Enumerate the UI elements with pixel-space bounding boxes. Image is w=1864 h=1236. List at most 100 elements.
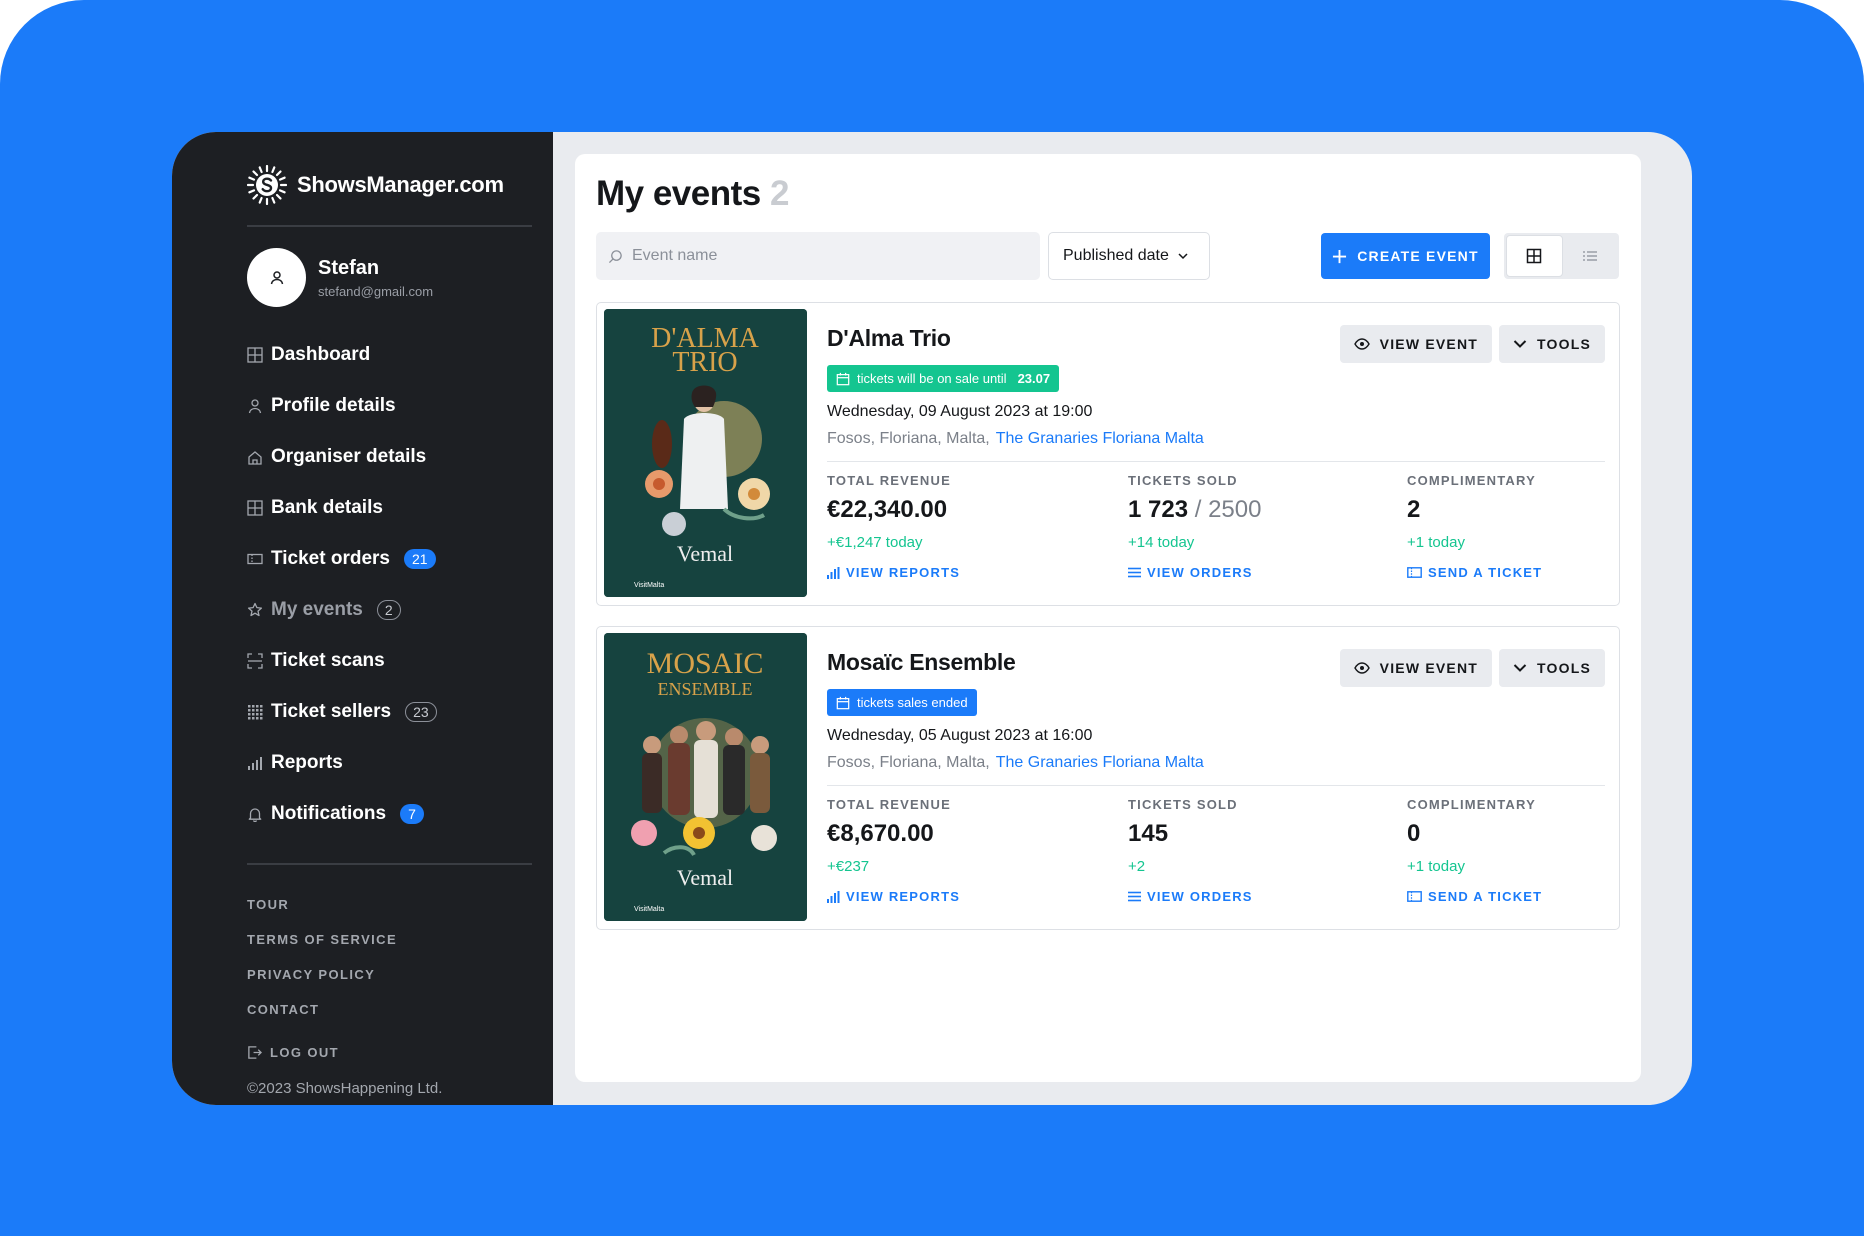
chevron-down-icon (1513, 664, 1527, 672)
copyright: ©2023 ShowsHappening Ltd. (247, 1080, 443, 1097)
scan-icon (247, 652, 263, 669)
venue-link[interactable]: The Granaries Floriana Malta (996, 754, 1204, 771)
tools-label: TOOLS (1537, 336, 1591, 352)
event-stats: TOTAL REVENUE €22,340.00 +€1,247 today V… (827, 473, 1605, 580)
calendar-icon (836, 372, 850, 385)
ticket-icon (247, 553, 263, 564)
sidebar-item-ticket-orders[interactable]: Ticket orders 21 (247, 533, 553, 584)
chevron-down-icon (1178, 253, 1188, 260)
complimentary-label: COMPLIMENTARY (1407, 797, 1536, 812)
poster-image: MOSAIC ENSEMBLE Vemal VisitMalta (604, 633, 807, 921)
sidebar-item-ticket-scans[interactable]: Ticket scans (247, 635, 553, 686)
list-view-button[interactable] (1563, 235, 1618, 277)
sidebar-item-bank-details[interactable]: Bank details (247, 482, 553, 533)
sidebar-item-profile-details[interactable]: Profile details (247, 380, 553, 431)
sidebar-item-notifications[interactable]: Notifications 7 (247, 788, 553, 839)
revenue-delta: +€237 (827, 858, 870, 875)
search-icon (608, 249, 622, 263)
complimentary-value: 0 (1407, 820, 1421, 847)
tickets-total: / 2500 (1194, 496, 1262, 523)
list-icon (1128, 891, 1141, 902)
poster-title-line2: ENSEMBLE (657, 679, 752, 699)
grid-view-button[interactable] (1506, 235, 1563, 277)
send-ticket-label: SEND A TICKET (1428, 889, 1543, 904)
event-poster[interactable]: D'ALMA TRIO Vemal VisitMalta (604, 309, 807, 597)
complimentary-label: COMPLIMENTARY (1407, 473, 1536, 488)
notifications-badge: 7 (400, 803, 424, 824)
user-name: Stefan (318, 256, 380, 279)
tools-button[interactable]: TOOLS (1499, 649, 1605, 687)
revenue-label: TOTAL REVENUE (827, 473, 951, 488)
view-event-button[interactable]: VIEW EVENT (1339, 649, 1493, 687)
sidebar-item-dashboard[interactable]: Dashboard (247, 329, 553, 380)
view-reports-label: VIEW REPORTS (846, 565, 961, 580)
tour-link[interactable]: TOUR (247, 887, 553, 922)
status-badge: tickets sales ended (827, 689, 977, 716)
toolbar: Published date CREATE EVENT (596, 232, 1641, 280)
user-icon (248, 398, 262, 413)
brand-name: ShowsManager.com (297, 172, 504, 197)
sidebar-item-label: Notifications (271, 802, 387, 824)
brand[interactable]: ShowsManager.com (247, 160, 553, 210)
view-orders-link[interactable]: VIEW ORDERS (1128, 889, 1407, 904)
event-card: D'ALMA TRIO Vemal VisitMalta D'Alma Trio… (596, 302, 1620, 606)
revenue-delta: +€1,247 today (827, 534, 923, 551)
eye-icon (1353, 338, 1370, 350)
create-event-label: CREATE EVENT (1357, 248, 1479, 264)
complimentary-delta: +1 today (1407, 858, 1465, 875)
logout-link[interactable]: LOG OUT (247, 1035, 553, 1070)
brand-logo-icon (247, 165, 287, 205)
poster-brand: Vemal (677, 541, 733, 566)
logout-icon (248, 1046, 262, 1059)
ticket-orders-badge: 21 (403, 548, 436, 569)
dots-grid-icon (248, 704, 263, 719)
view-toggle (1504, 233, 1619, 279)
sidebar-item-organiser-details[interactable]: Organiser details (247, 431, 553, 482)
sort-dropdown[interactable]: Published date (1048, 232, 1210, 280)
user-profile[interactable]: Stefan stefand@gmail.com (247, 248, 553, 307)
send-ticket-link[interactable]: SEND A TICKET (1407, 889, 1542, 904)
ticket-sellers-badge: 23 (405, 701, 437, 722)
view-reports-link[interactable]: VIEW REPORTS (827, 889, 1128, 904)
send-ticket-link[interactable]: SEND A TICKET (1407, 565, 1542, 580)
search-input[interactable] (632, 247, 1012, 265)
poster-sponsor: VisitMalta (634, 582, 664, 589)
view-orders-link[interactable]: VIEW ORDERS (1128, 565, 1407, 580)
view-reports-label: VIEW REPORTS (846, 889, 961, 904)
event-body: Mosaïc Ensemble tickets sales ended Wedn… (827, 627, 1619, 929)
event-title[interactable]: Mosaïc Ensemble (827, 649, 1016, 676)
tickets-sold-stat: TICKETS SOLD 1 723 / 2500 +14 today VIEW… (1128, 473, 1407, 580)
sidebar-item-label: Bank details (271, 496, 383, 518)
star-icon (247, 602, 263, 616)
view-event-button[interactable]: VIEW EVENT (1339, 325, 1493, 363)
logout-label: LOG OUT (270, 1045, 340, 1060)
event-title[interactable]: D'Alma Trio (827, 325, 951, 352)
view-event-label: VIEW EVENT (1379, 336, 1479, 352)
sidebar-nav: Dashboard Profile details Organiser deta… (247, 329, 553, 839)
event-actions: VIEW EVENT TOOLS (1339, 649, 1605, 687)
sidebar-item-label: Profile details (271, 394, 396, 416)
privacy-link[interactable]: PRIVACY POLICY (247, 957, 553, 992)
terms-link[interactable]: TERMS OF SERVICE (247, 922, 553, 957)
poster-image: D'ALMA TRIO Vemal VisitMalta (604, 309, 807, 597)
sidebar: ShowsManager.com Stefan stefand@gmail.co… (172, 132, 553, 1105)
complimentary-value: 2 (1407, 496, 1421, 523)
bank-icon (247, 499, 263, 516)
event-poster[interactable]: MOSAIC ENSEMBLE Vemal VisitMalta (604, 633, 807, 921)
sidebar-item-my-events[interactable]: My events 2 (247, 584, 553, 635)
contact-link[interactable]: CONTACT (247, 992, 553, 1027)
venue-link[interactable]: The Granaries Floriana Malta (996, 430, 1204, 447)
sidebar-item-reports[interactable]: Reports (247, 737, 553, 788)
create-event-button[interactable]: CREATE EVENT (1321, 233, 1490, 279)
sidebar-item-label: Ticket sellers (271, 700, 392, 722)
view-reports-link[interactable]: VIEW REPORTS (827, 565, 1128, 580)
event-date: Wednesday, 05 August 2023 at 16:00 (827, 727, 1093, 744)
complimentary-stat: COMPLIMENTARY 2 +1 today SEND A TICKET (1407, 473, 1542, 580)
tools-button[interactable]: TOOLS (1499, 325, 1605, 363)
send-ticket-label: SEND A TICKET (1428, 565, 1543, 580)
sidebar-item-label: Ticket orders (271, 547, 390, 569)
sidebar-item-ticket-sellers[interactable]: Ticket sellers 23 (247, 686, 553, 737)
poster-sponsor: VisitMalta (634, 906, 664, 913)
bar-chart-icon (248, 756, 262, 770)
tickets-sold-value: 1 723 / 2500 (1128, 496, 1407, 524)
